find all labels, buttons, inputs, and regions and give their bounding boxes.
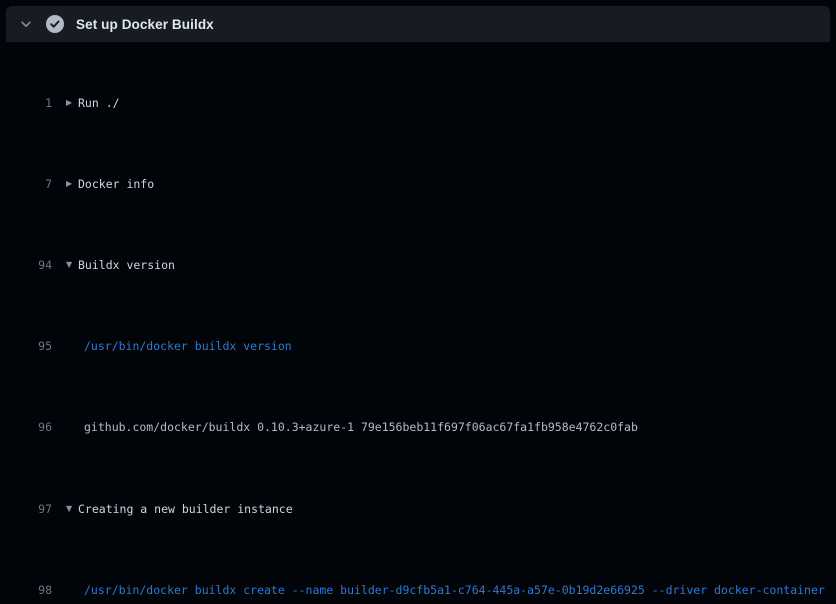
line-number[interactable]: 98 [0, 580, 52, 600]
log-text: Docker info [78, 174, 154, 194]
line-number[interactable]: 95 [0, 336, 52, 356]
chevron-right-icon[interactable]: ▶ [66, 93, 78, 113]
log-text: Creating a new builder instance [78, 499, 293, 519]
log-text: Buildx version [78, 255, 175, 275]
chevron-down-icon[interactable] [18, 16, 34, 32]
log-line[interactable]: 1 ▶ Run ./ [0, 93, 836, 113]
log-output: 1 ▶ Run ./ 7 ▶ Docker info 94 ▼ Buildx v… [0, 42, 836, 604]
chevron-down-icon[interactable]: ▼ [66, 499, 78, 519]
line-number[interactable]: 96 [0, 417, 52, 437]
log-line: 95 /usr/bin/docker buildx version [0, 336, 836, 356]
log-line[interactable]: 94 ▼ Buildx version [0, 255, 836, 275]
line-number[interactable]: 7 [0, 174, 52, 194]
log-line: 96 github.com/docker/buildx 0.10.3+azure… [0, 417, 836, 437]
step-header[interactable]: Set up Docker Buildx [6, 6, 830, 42]
line-number[interactable]: 1 [0, 93, 52, 113]
line-number[interactable]: 94 [0, 255, 52, 275]
chevron-right-icon[interactable]: ▶ [66, 174, 78, 194]
line-number[interactable]: 97 [0, 499, 52, 519]
chevron-down-icon[interactable]: ▼ [66, 255, 78, 275]
check-circle-icon [46, 15, 64, 33]
step-title: Set up Docker Buildx [76, 17, 214, 32]
log-line: 98 /usr/bin/docker buildx create --name … [0, 580, 836, 600]
log-text: github.com/docker/buildx 0.10.3+azure-1 … [84, 417, 638, 437]
log-text: /usr/bin/docker buildx version [84, 336, 292, 356]
log-line[interactable]: 7 ▶ Docker info [0, 174, 836, 194]
log-text: Run ./ [78, 93, 120, 113]
log-text: /usr/bin/docker buildx create --name bui… [84, 580, 825, 600]
log-line[interactable]: 97 ▼ Creating a new builder instance [0, 499, 836, 519]
